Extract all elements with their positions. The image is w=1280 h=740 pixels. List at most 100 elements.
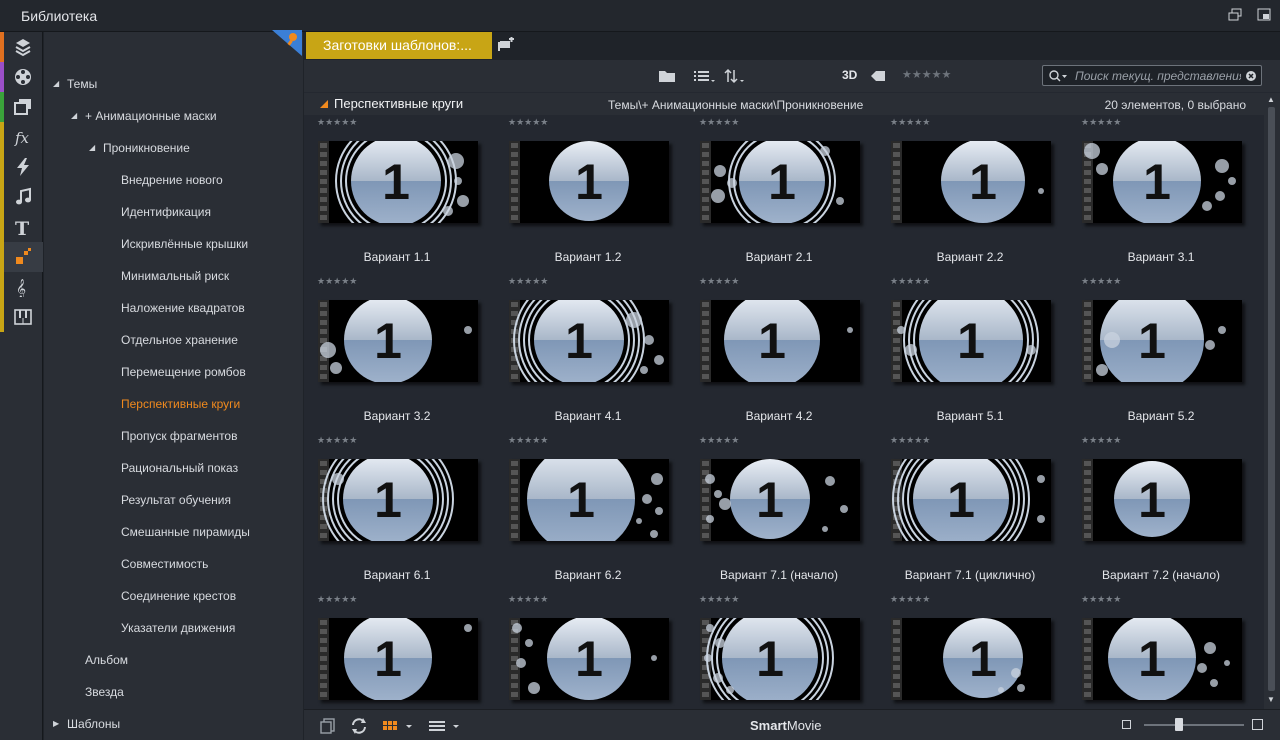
list-view-button[interactable] bbox=[694, 68, 716, 84]
tree-item[interactable]: Соединение крестов bbox=[121, 586, 236, 606]
template-card[interactable]: ★★★★★ 1 bbox=[879, 594, 1070, 709]
template-thumbnail[interactable]: 1 bbox=[700, 459, 860, 541]
template-thumbnail[interactable]: 1 bbox=[318, 300, 478, 382]
template-card[interactable]: ★★★★★ 1 Вариант 1.1 bbox=[306, 117, 497, 276]
template-thumbnail[interactable]: 1 bbox=[509, 300, 669, 382]
template-thumbnail[interactable]: 1 bbox=[509, 459, 669, 541]
sync-button[interactable] bbox=[350, 717, 368, 738]
category-fx[interactable]: fx bbox=[0, 122, 43, 152]
template-thumbnail[interactable]: 1 bbox=[1082, 459, 1242, 541]
pin-corner-button[interactable] bbox=[270, 30, 302, 58]
template-card[interactable]: ★★★★★ 1 Вариант 7.1 (начало) bbox=[688, 435, 879, 594]
tree-item[interactable]: Идентификация bbox=[121, 202, 211, 222]
tree-item[interactable]: Результат обучения bbox=[121, 490, 231, 510]
rating-stars[interactable]: ★★★★★ bbox=[1081, 435, 1121, 446]
3d-filter-button[interactable]: 3D bbox=[842, 68, 857, 82]
tree-item[interactable]: Альбом bbox=[85, 650, 128, 670]
category-text-t[interactable]: T bbox=[0, 212, 43, 242]
zoom-slider-knob[interactable] bbox=[1175, 718, 1183, 731]
tree-item[interactable]: Минимальный риск bbox=[121, 266, 229, 286]
tree-item[interactable]: Отдельное хранение bbox=[121, 330, 238, 350]
collapse-arrow-icon[interactable]: ◢ bbox=[53, 79, 59, 88]
tree-item[interactable]: Указатели движения bbox=[121, 618, 235, 638]
category-montage-squares[interactable] bbox=[0, 242, 43, 272]
category-lightning[interactable] bbox=[0, 152, 43, 182]
template-thumbnail[interactable]: 1 bbox=[318, 141, 478, 223]
rating-stars[interactable]: ★★★★★ bbox=[699, 435, 739, 446]
rating-stars[interactable]: ★★★★★ bbox=[699, 276, 739, 287]
grid-view-button[interactable] bbox=[382, 718, 416, 737]
rating-stars[interactable]: ★★★★★ bbox=[1081, 276, 1121, 287]
tag-filter-button[interactable] bbox=[870, 68, 886, 84]
template-thumbnail[interactable]: 1 bbox=[509, 141, 669, 223]
template-card[interactable]: ★★★★★ 1 Вариант 4.2 bbox=[688, 276, 879, 435]
template-thumbnail[interactable]: 1 bbox=[509, 618, 669, 700]
collapse-arrow-icon[interactable]: ◢ bbox=[71, 111, 77, 120]
tree-item[interactable]: Перемещение ромбов bbox=[121, 362, 246, 382]
zoom-slider[interactable] bbox=[1144, 718, 1244, 731]
rating-stars[interactable]: ★★★★★ bbox=[699, 117, 739, 128]
template-card[interactable]: ★★★★★ 1 Вариант 7.1 (циклично) bbox=[879, 435, 1070, 594]
template-thumbnail[interactable]: 1 bbox=[1082, 618, 1242, 700]
rating-stars[interactable]: ★★★★★ bbox=[1081, 594, 1121, 605]
category-music-note[interactable] bbox=[0, 182, 43, 212]
rating-stars[interactable]: ★★★★★ bbox=[890, 435, 930, 446]
template-thumbnail[interactable]: 1 bbox=[318, 618, 478, 700]
storyboard-button[interactable] bbox=[320, 718, 336, 737]
clear-search-icon[interactable] bbox=[1245, 70, 1257, 82]
rating-stars[interactable]: ★★★★★ bbox=[508, 594, 548, 605]
category-box-stack[interactable] bbox=[0, 32, 43, 62]
tree-item[interactable]: Звезда bbox=[85, 682, 124, 702]
tab-templates[interactable]: Заготовки шаблонов:... bbox=[306, 32, 492, 59]
template-card[interactable]: ★★★★★ 1 Вариант 5.2 bbox=[1070, 276, 1261, 435]
tree-item[interactable]: Пропуск фрагментов bbox=[121, 426, 237, 446]
tree-item[interactable]: Темы bbox=[67, 74, 97, 94]
search-input[interactable] bbox=[1075, 68, 1241, 83]
collapse-icon[interactable] bbox=[320, 100, 328, 108]
rating-stars[interactable]: ★★★★★ bbox=[508, 117, 548, 128]
template-thumbnail[interactable]: 1 bbox=[1082, 300, 1242, 382]
rating-stars[interactable]: ★★★★★ bbox=[317, 435, 357, 446]
list-mode-button[interactable] bbox=[428, 718, 462, 737]
restore-window-button[interactable] bbox=[1227, 8, 1243, 22]
tree-item[interactable]: Внедрение нового bbox=[121, 170, 223, 190]
rating-filter[interactable]: ★★★★★ bbox=[902, 68, 951, 84]
template-thumbnail[interactable]: 1 bbox=[700, 141, 860, 223]
rating-stars[interactable]: ★★★★★ bbox=[508, 435, 548, 446]
tree-item[interactable]: Совместимость bbox=[121, 554, 208, 574]
zoom-in-icon[interactable] bbox=[1252, 719, 1263, 730]
rating-stars[interactable]: ★★★★★ bbox=[890, 276, 930, 287]
template-card[interactable]: ★★★★★ 1 Вариант 3.2 bbox=[306, 276, 497, 435]
tree-item[interactable]: Искривлённые крышки bbox=[121, 234, 248, 254]
tree-item[interactable]: Перспективные круги bbox=[121, 394, 240, 414]
tree-item[interactable]: Смешанные пирамиды bbox=[121, 522, 250, 542]
rating-stars[interactable]: ★★★★★ bbox=[890, 594, 930, 605]
scroll-down-icon[interactable]: ▼ bbox=[1267, 695, 1275, 704]
template-thumbnail[interactable]: 1 bbox=[891, 141, 1051, 223]
template-card[interactable]: ★★★★★ 1 Вариант 3.1 bbox=[1070, 117, 1261, 276]
template-card[interactable]: ★★★★★ 1 bbox=[688, 594, 879, 709]
template-card[interactable]: ★★★★★ 1 Вариант 7.2 (начало) bbox=[1070, 435, 1261, 594]
rating-stars[interactable]: ★★★★★ bbox=[317, 276, 357, 287]
template-thumbnail[interactable]: 1 bbox=[700, 618, 860, 700]
category-film-reel[interactable] bbox=[0, 62, 43, 92]
folder-button[interactable] bbox=[658, 68, 676, 84]
expand-arrow-icon[interactable]: ▶ bbox=[53, 719, 59, 728]
tree-item[interactable]: Шаблоны bbox=[67, 714, 120, 734]
template-thumbnail[interactable]: 1 bbox=[1082, 141, 1242, 223]
collapse-arrow-icon[interactable]: ◢ bbox=[89, 143, 95, 152]
template-thumbnail[interactable]: 1 bbox=[891, 618, 1051, 700]
template-card[interactable]: ★★★★★ 1 bbox=[306, 594, 497, 709]
search-icon[interactable] bbox=[1049, 70, 1069, 83]
tree-item[interactable]: + Анимационные маски bbox=[85, 106, 217, 126]
template-card[interactable]: ★★★★★ 1 bbox=[497, 594, 688, 709]
category-photos[interactable] bbox=[0, 92, 43, 122]
template-card[interactable]: ★★★★★ 1 Вариант 5.1 bbox=[879, 276, 1070, 435]
template-card[interactable]: ★★★★★ 1 Вариант 2.1 bbox=[688, 117, 879, 276]
add-tab-button[interactable] bbox=[497, 37, 515, 53]
rating-stars[interactable]: ★★★★★ bbox=[317, 594, 357, 605]
rating-stars[interactable]: ★★★★★ bbox=[508, 276, 548, 287]
template-thumbnail[interactable]: 1 bbox=[318, 459, 478, 541]
zoom-out-icon[interactable] bbox=[1122, 720, 1131, 729]
grid-scrollbar[interactable]: ▲ ▼ bbox=[1264, 93, 1280, 709]
